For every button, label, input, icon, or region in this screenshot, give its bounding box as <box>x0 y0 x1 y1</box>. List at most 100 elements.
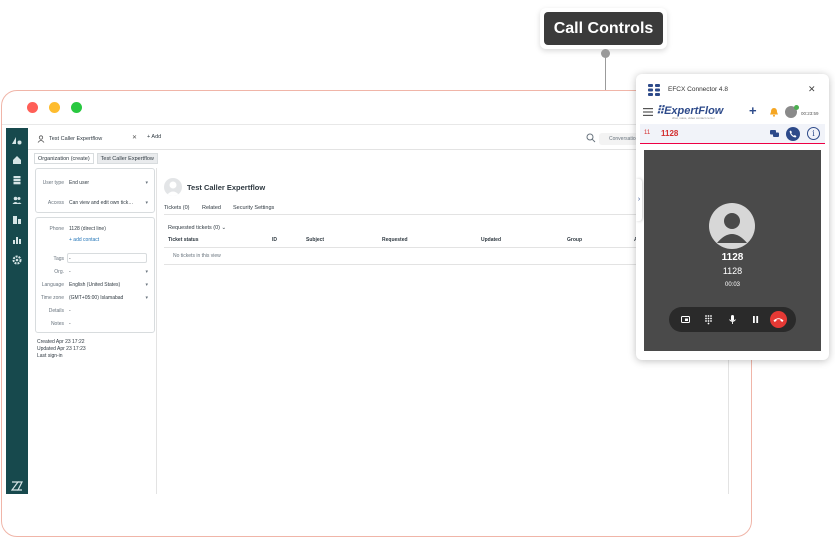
phone-label: Phone <box>49 226 64 232</box>
dialpad-icon <box>705 315 712 325</box>
active-call-number: 1128 <box>661 129 679 138</box>
empty-tickets-message: No tickets in this view <box>173 253 221 259</box>
timezone-label: Time zone <box>40 295 64 301</box>
call-duration: 00:03 <box>724 282 740 288</box>
mute-icon <box>729 315 736 324</box>
zendesk-footer-logo-icon <box>10 478 23 491</box>
hold-icon <box>753 316 759 323</box>
panel-divider <box>156 168 157 494</box>
close-window-dot[interactable] <box>27 102 38 113</box>
user-details-card: Phone 1128 (direct line) + add contact T… <box>35 217 155 333</box>
table-row-divider <box>164 264 644 265</box>
notes-label: Notes <box>50 321 64 327</box>
bell-icon[interactable] <box>769 107 779 117</box>
tickets-table-header: Ticket status ID Subject Requested Updat… <box>168 237 648 247</box>
avatar <box>164 178 182 196</box>
close-tab-icon[interactable]: ✕ <box>132 134 137 141</box>
end-call-button[interactable] <box>770 311 787 328</box>
tab-related[interactable]: Related <box>202 205 221 211</box>
th-requested[interactable]: Requested <box>382 237 408 243</box>
org-value: - <box>69 269 71 275</box>
th-updated[interactable]: Updated <box>481 237 501 243</box>
dialpad-button[interactable] <box>700 311 717 328</box>
grid-logo-icon: ⠿ <box>656 105 665 117</box>
org-label: Org. <box>54 269 64 275</box>
table-header-divider <box>164 247 644 248</box>
phone-value[interactable]: 1128 (direct line) <box>69 226 106 232</box>
admin-gear-icon[interactable] <box>11 254 23 266</box>
minimize-window-dot[interactable] <box>49 102 60 113</box>
hamburger-menu-icon[interactable] <box>643 108 653 116</box>
add-icon[interactable]: + <box>749 103 757 118</box>
chevron-down-icon: ⌄ <box>221 225 227 231</box>
chevron-right-icon: › <box>637 196 641 203</box>
video-button[interactable] <box>677 311 694 328</box>
breadcrumb-organization[interactable]: Organization (create) <box>34 153 94 164</box>
call-badge: 11 <box>644 130 651 136</box>
add-contact-link[interactable]: + add contact <box>69 237 99 243</box>
views-icon[interactable] <box>11 174 23 186</box>
reporting-icon[interactable] <box>11 234 23 246</box>
breadcrumb-user[interactable]: Test Caller Expertflow <box>96 153 158 164</box>
user-type-value: End user <box>69 180 90 186</box>
call-screen: 1128 1128 00:03 <box>644 150 821 351</box>
caller-number: 1128 <box>722 266 743 276</box>
user-type-label: User type <box>42 180 64 186</box>
add-tab-button[interactable]: + Add <box>147 134 161 140</box>
agent-workspace: Test Caller Expertflow ✕ + Add Conversat… <box>6 128 733 494</box>
session-timer: 00:23:59 <box>801 111 819 116</box>
th-group[interactable]: Group <box>567 237 582 243</box>
requested-tickets-dropdown[interactable]: Requested tickets (0) ⌄ <box>168 225 226 231</box>
organizations-icon[interactable] <box>11 214 23 226</box>
details-label: Details <box>48 308 64 314</box>
customers-icon[interactable] <box>11 194 23 206</box>
chevron-down-icon: ▾ <box>145 295 148 301</box>
language-value: English (United States) <box>69 282 121 288</box>
th-id[interactable]: ID <box>272 237 277 243</box>
page-title: Test Caller Expertflow <box>187 183 266 192</box>
updated-text: Updated Apr 23 17:23 <box>37 346 86 352</box>
widget-title: EFCX Connector 4.8 <box>668 86 728 93</box>
phone-icon <box>789 130 797 138</box>
caller-name: 1128 <box>721 252 744 263</box>
brand-tagline: chat, voice, video contact center <box>672 116 715 120</box>
tab-user[interactable]: Test Caller Expertflow <box>33 131 121 147</box>
mute-button[interactable] <box>724 311 741 328</box>
access-label: Access <box>47 200 64 206</box>
th-ticket-status[interactable]: Ticket status <box>168 237 198 243</box>
user-properties-panel: User type End user ▾ Access Can view and… <box>35 168 155 360</box>
call-controls-label: Call Controls <box>544 12 663 45</box>
last-signin-text: Last sign-in <box>37 353 63 359</box>
video-icon <box>681 316 690 323</box>
phone-button[interactable] <box>786 127 800 141</box>
active-call-bar[interactable]: 11 1128 i <box>640 124 825 144</box>
window-controls <box>27 102 82 113</box>
tags-value: - <box>69 256 71 262</box>
tab-security-settings[interactable]: Security Settings <box>233 205 274 211</box>
notes-value: - <box>69 321 71 327</box>
search-icon[interactable] <box>586 133 596 143</box>
home-icon[interactable] <box>11 154 23 166</box>
chat-icon[interactable] <box>770 130 779 138</box>
tags-input[interactable] <box>67 253 147 263</box>
efcx-connector-widget: EFCX Connector 4.8 ✕ ⠿ExpertFlow chat, v… <box>636 74 829 360</box>
zendesk-logo-icon <box>11 134 23 146</box>
requested-tickets-label: Requested tickets (0) <box>168 225 220 231</box>
hold-button[interactable] <box>747 311 764 328</box>
th-subject[interactable]: Subject <box>306 237 324 243</box>
call-controls-bar <box>669 307 796 332</box>
breadcrumb: Organization (create) Test Caller Expert… <box>34 153 158 164</box>
details-value: - <box>69 308 71 314</box>
end-call-icon <box>773 318 784 322</box>
info-icon[interactable]: i <box>807 127 820 140</box>
chevron-down-icon: ▾ <box>145 269 148 275</box>
timezone-value: (GMT+05:00) Islamabad <box>69 295 124 301</box>
caller-avatar <box>709 203 755 249</box>
maximize-window-dot[interactable] <box>71 102 82 113</box>
collapse-widget-tab[interactable]: › <box>636 179 642 221</box>
close-icon[interactable]: ✕ <box>808 84 816 95</box>
user-icon <box>37 135 45 143</box>
user-type-card: User type End user ▾ Access Can view and… <box>35 168 155 213</box>
chevron-down-icon: ▾ <box>145 180 148 186</box>
tags-label: Tags <box>53 256 64 262</box>
